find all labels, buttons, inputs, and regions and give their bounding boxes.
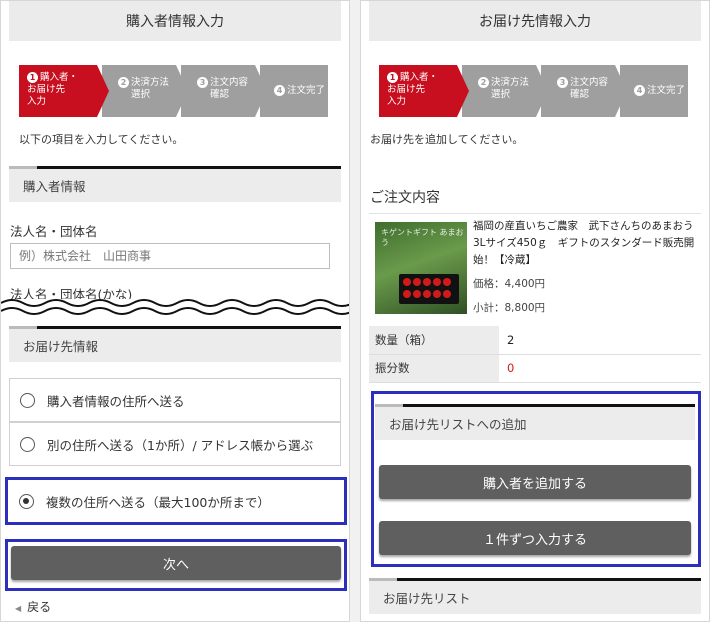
back-link[interactable]: ◀ 戻る [15, 598, 51, 615]
next-button[interactable]: 次へ [11, 546, 341, 580]
quantity-table: 数量（箱） 2 振分数 0 [369, 326, 701, 383]
option-label: 別の住所へ送る（1か所）/ アドレス帳から選ぶ [47, 437, 314, 453]
option-label: 購入者情報の住所へ送る [47, 393, 185, 409]
option-label: 複数の住所へ送る（最大100か所まで） [46, 494, 270, 510]
progress-steps: 1 購入者・ お届け先 入力 2 決済方法 選択 3 注文内容 確認 4 注文完了 [19, 65, 333, 117]
step-number: 1 [27, 72, 38, 83]
product-name[interactable]: 福岡の産直いちご農家 武下さんちのあまおう3Lサイズ450ｇ ギフトのスタンダー… [473, 218, 701, 269]
add-to-list-section-header: お届け先リストへの追加 [375, 404, 695, 440]
delivery-section-header: お届け先情報 [9, 326, 341, 362]
step-label: お届け先 [387, 84, 426, 95]
row-value: 0 [499, 354, 701, 383]
step-2: 2 決済方法 選択 [102, 65, 188, 117]
option-buyer-address[interactable]: 購入者情報の住所へ送る [9, 378, 341, 422]
step-3: 3 注文内容 確認 [541, 65, 627, 117]
progress-steps: 1 購入者・ お届け先 入力 2 決済方法 選択 3 注文内容 確認 4 注文完了 [379, 65, 693, 117]
intro-text: お届け先を追加してください。 [370, 133, 524, 146]
page-title: お届け先情報入力 [369, 1, 701, 41]
step-label: 注文内容 [210, 77, 249, 88]
order-contents-title: ご注文内容 [370, 190, 440, 206]
table-row: 数量（箱） 2 [369, 326, 701, 355]
page-title: 購入者情報入力 [9, 1, 341, 41]
product-subtotal: 小計：8,800円 [473, 302, 546, 314]
product-price: 価格：4,400円 [473, 278, 546, 290]
triangle-left-icon: ◀ [15, 604, 22, 613]
image-caption: キゲントギフト あまおう [381, 228, 464, 247]
step-label: 注文完了 [287, 85, 326, 96]
step-label: お届け先 [27, 84, 66, 95]
buyer-info-screen: 購入者情報入力 1 購入者・ お届け先 入力 2 決済方法 選択 3 注文内容 確認 … [0, 0, 350, 622]
table-row: 振分数 0 [369, 354, 701, 383]
row-key: 振分数 [369, 354, 499, 383]
radio-button-selected[interactable] [19, 493, 34, 509]
step-number: 2 [478, 77, 489, 88]
step-4: 4 注文完了 [260, 65, 328, 117]
step-label: 注文内容 [570, 77, 609, 88]
step-number: 4 [634, 85, 645, 96]
back-label: 戻る [27, 600, 52, 614]
delivery-info-screen: お届け先情報入力 1 購入者・ お届け先 入力 2 決済方法 選択 3 注文内容 確認… [360, 0, 710, 622]
step-number: 4 [274, 85, 285, 96]
step-1: 1 購入者・ お届け先 入力 [379, 65, 469, 117]
option-multiple-addresses[interactable]: 複数の住所へ送る（最大100か所まで） [9, 481, 343, 521]
radio-button[interactable] [20, 436, 35, 452]
step-label: 確認 [570, 89, 590, 100]
option-other-address[interactable]: 別の住所へ送る（1か所）/ アドレス帳から選ぶ [9, 422, 341, 466]
company-name-input[interactable]: 例）株式会社 山田商事 [10, 243, 330, 269]
step-1: 1 購入者・ お届け先 入力 [19, 65, 109, 117]
buyer-section-header: 購入者情報 [9, 166, 341, 202]
step-label: 入力 [27, 96, 47, 107]
radio-button[interactable] [20, 392, 35, 408]
company-name-label: 法人名・団体名 [10, 224, 98, 239]
step-2: 2 決済方法 選択 [462, 65, 548, 117]
cut-wave-divider [1, 299, 349, 323]
add-one-by-one-button[interactable]: １件ずつ入力する [379, 521, 691, 555]
step-label: 決済方法 [491, 77, 530, 88]
product-item: キゲントギフト あまおう 福岡の産直いちご農家 武下さんちのあまおう3Lサイズ4… [369, 213, 701, 323]
step-label: 入力 [387, 96, 407, 107]
row-key: 数量（箱） [369, 326, 499, 355]
step-label: 購入者・ [400, 72, 439, 83]
step-number: 3 [557, 77, 568, 88]
step-label: 注文完了 [647, 85, 686, 96]
step-4: 4 注文完了 [620, 65, 688, 117]
add-buyer-button[interactable]: 購入者を追加する [379, 465, 691, 499]
step-label: 選択 [491, 89, 511, 100]
step-number: 1 [387, 72, 398, 83]
step-number: 3 [197, 77, 208, 88]
step-label: 選択 [131, 89, 151, 100]
step-3: 3 注文内容 確認 [181, 65, 267, 117]
strawberry-tray [399, 274, 459, 304]
row-value: 2 [499, 326, 701, 355]
step-number: 2 [118, 77, 129, 88]
step-label: 購入者・ [40, 72, 79, 83]
intro-text: 以下の項目を入力してください。 [19, 133, 184, 146]
product-image[interactable]: キゲントギフト あまおう [375, 222, 467, 314]
step-label: 確認 [210, 89, 230, 100]
delivery-list-section-header: お届け先リスト [369, 578, 701, 614]
step-label: 決済方法 [131, 77, 170, 88]
